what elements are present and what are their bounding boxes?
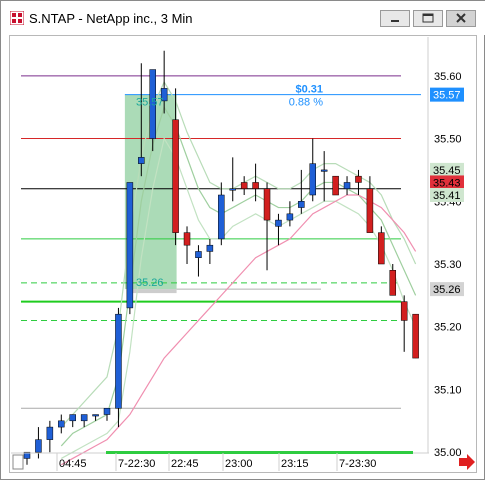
candle-body <box>252 182 259 189</box>
x-tick-label: 04:45 <box>59 458 87 470</box>
candle-body <box>309 163 316 196</box>
price-chart[interactable]: 35.5735.26$0.310.88 %35.6035.5035.4035.3… <box>1 1 487 483</box>
x-tick-label: 7-22:30 <box>118 458 155 470</box>
candle-body <box>206 244 214 252</box>
price-badge-label: 35.57 <box>433 90 461 102</box>
candle-body <box>69 414 76 422</box>
candle-body <box>58 420 65 428</box>
candle-body <box>126 182 134 309</box>
candle-body <box>46 426 54 440</box>
candle-body <box>378 232 385 265</box>
candle-body <box>195 251 202 258</box>
candle-body <box>275 219 282 227</box>
measure-percent-label: 0.88 % <box>289 97 323 109</box>
measure-box-shadow <box>127 289 177 294</box>
candle-body <box>115 313 122 409</box>
plot-area <box>11 37 413 451</box>
y-tick-label: 35.50 <box>434 134 462 146</box>
price-badge-label: 35.45 <box>433 165 461 177</box>
candle-body <box>103 408 111 415</box>
chart-window: S.NTAP - NetApp inc., 3 Min 35.57 35.26 $0… <box>0 0 487 483</box>
candle-body <box>400 301 408 321</box>
time-axis-box <box>12 454 24 470</box>
x-tick-label: 22:45 <box>171 458 199 470</box>
candle-body <box>320 169 328 172</box>
candle-body <box>389 270 397 296</box>
y-tick-label: 35.60 <box>434 71 462 83</box>
candle-body <box>332 175 339 196</box>
candle-body <box>343 182 351 189</box>
candle-body <box>35 439 42 453</box>
candle-body <box>138 157 145 164</box>
candle-body <box>92 414 99 417</box>
candle-body <box>355 175 362 183</box>
measure-top-label: 35.57 <box>136 97 164 109</box>
candle-body <box>286 213 294 221</box>
y-tick-label: 35.10 <box>434 384 462 396</box>
candle-body <box>263 188 271 221</box>
price-badge-label: 35.26 <box>433 284 461 296</box>
measure-change-label: $0.31 <box>295 84 323 96</box>
candle-body <box>172 119 179 233</box>
price-badge-label: 35.41 <box>433 190 461 202</box>
y-tick-label: 35.00 <box>434 447 462 459</box>
y-tick-label: 35.20 <box>434 322 462 334</box>
session-bar <box>106 451 413 454</box>
candle-body <box>240 182 248 189</box>
measure-base-label: 35.26 <box>136 277 164 289</box>
candle-body <box>183 232 191 246</box>
price-badge-label: 35.43 <box>433 177 461 189</box>
candle-body <box>366 188 374 233</box>
candle-body <box>218 194 225 240</box>
candle-body <box>229 188 236 191</box>
x-tick-label: 23:00 <box>225 458 253 470</box>
candle-body <box>412 313 419 359</box>
x-tick-label: 23:15 <box>281 458 309 470</box>
candle-body <box>298 201 305 208</box>
candle-body <box>80 414 88 422</box>
x-tick-label: 7-23:30 <box>339 458 376 470</box>
y-tick-label: 35.30 <box>434 259 462 271</box>
